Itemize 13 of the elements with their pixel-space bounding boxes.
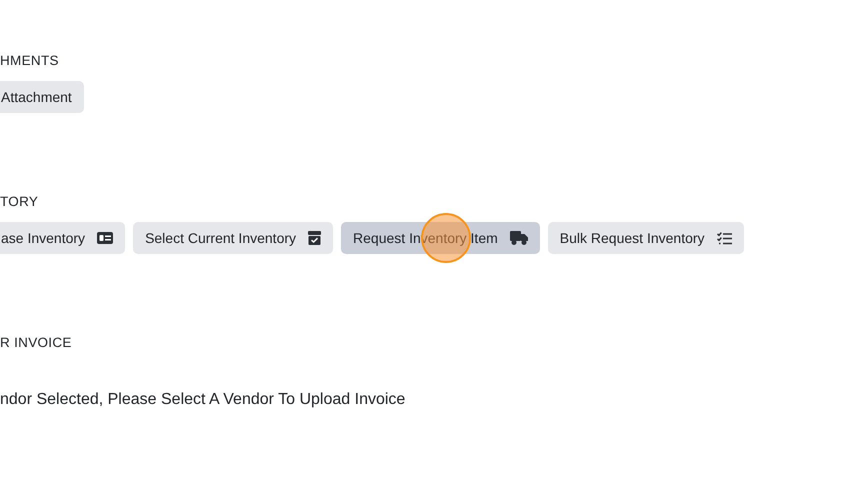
truck-icon xyxy=(510,231,528,245)
action-button[interactable]: ase Inventory xyxy=(0,222,126,254)
section-heading: HMENTS xyxy=(0,53,60,69)
checklist-icon xyxy=(716,232,732,244)
action-button[interactable]: Attachment xyxy=(0,81,84,113)
action-button[interactable]: Bulk Request Inventory xyxy=(548,222,744,254)
info-message: ndor Selected, Please Select A Vendor To Upload Invoice xyxy=(0,391,406,409)
action-button[interactable]: Request Inventory Item xyxy=(341,222,540,254)
id-card-icon xyxy=(97,232,114,244)
box-check-icon xyxy=(308,231,322,245)
section-heading: R INVOICE xyxy=(0,335,73,351)
section-heading: TORY xyxy=(0,194,40,210)
action-button[interactable]: Select Current Inventory xyxy=(133,222,334,254)
